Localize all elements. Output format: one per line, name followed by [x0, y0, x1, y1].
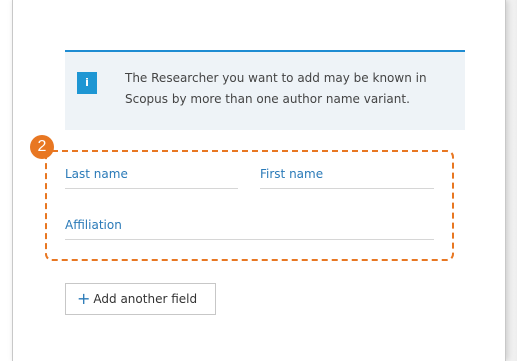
plus-icon: +: [77, 289, 91, 308]
add-another-field-label: Add another field: [93, 292, 198, 306]
info-notice: i The Researcher you want to add may be …: [65, 50, 465, 130]
info-text: The Researcher you want to add may be kn…: [125, 68, 455, 110]
screenshot-stage: i The Researcher you want to add may be …: [0, 0, 517, 361]
info-text-line2: Scopus by more than one author name vari…: [125, 92, 410, 106]
info-icon: i: [77, 72, 97, 94]
affiliation-field[interactable]: Affiliation: [65, 218, 434, 240]
step-number-badge: 2: [30, 135, 54, 159]
add-another-field-button[interactable]: + Add another field: [65, 283, 216, 315]
first-name-label: First name: [260, 167, 324, 181]
affiliation-label: Affiliation: [65, 218, 122, 232]
first-name-field[interactable]: First name: [260, 167, 434, 189]
info-text-line1: The Researcher you want to add may be kn…: [125, 71, 427, 85]
last-name-field[interactable]: Last name: [65, 167, 238, 189]
last-name-label: Last name: [65, 167, 128, 181]
